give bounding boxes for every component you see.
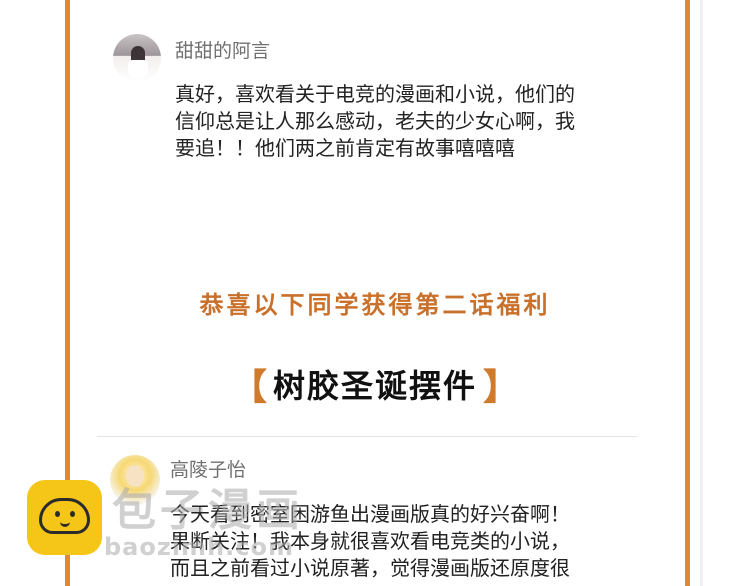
avatar[interactable] [113,34,161,82]
comment-line: 信仰总是让人那么感动，老夫的少女心啊，我 [175,109,575,133]
divider [97,436,637,437]
watermark-title: 包子漫画 [112,485,304,536]
watermark-logo-icon [27,480,102,555]
watermark-url: baozimh.com [104,533,294,561]
prize-close-bracket: 】 [483,367,520,408]
bun-face-icon [39,498,90,534]
comment-text: 真好，喜欢看关于电竞的漫画和小说，他们的 信仰总是让人那么感动，老夫的少女心啊，… [175,81,615,162]
username[interactable]: 甜甜的阿言 [175,36,270,63]
avatar-dress [128,60,148,78]
prize-name: 树胶圣诞摆件 [272,367,477,405]
comment-line: 要追！！他们两之前肯定有故事嘻嘻嘻 [175,136,515,160]
comment-line: 真好，喜欢看关于电竞的漫画和小说，他们的 [175,82,575,106]
prize-title: 【树胶圣诞摆件】 [0,358,750,410]
congrats-heading: 恭喜以下同学获得第二话福利 [199,291,551,319]
prize-open-bracket: 【 [230,367,267,408]
